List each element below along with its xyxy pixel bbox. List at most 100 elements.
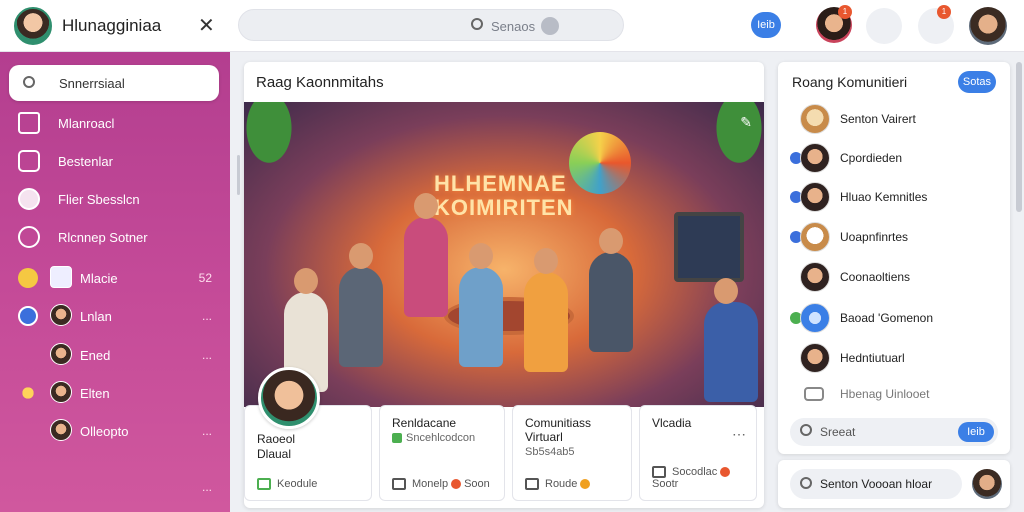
contact-item[interactable]: Senton Vairert <box>778 102 1010 136</box>
card-footer[interactable]: Monelp Soon <box>392 478 490 490</box>
top-action-button[interactable]: Ieib <box>751 12 781 38</box>
sun-icon <box>18 383 38 403</box>
check-icon <box>392 433 402 444</box>
sidebar-item-8[interactable]: Elten <box>0 378 230 408</box>
panel-action-button[interactable]: Sotas <box>958 71 996 93</box>
chat-bubble-icon <box>18 306 38 326</box>
sidebar-item-6[interactable]: Lnlan ... <box>0 301 230 331</box>
contact-name: Coonaoltiens <box>840 270 911 284</box>
cat-icon-button[interactable] <box>866 8 902 44</box>
more-icon[interactable]: ... <box>202 424 212 438</box>
top-search-bar[interactable]: Senaos <box>238 9 624 41</box>
alert-dot <box>720 467 731 477</box>
contact-name: Uoapnfinrtes <box>840 230 909 244</box>
sidebar-item-label: Ened <box>80 348 111 363</box>
feed-card-3[interactable]: Vlcadia ⋯ SocodlacSootr <box>639 405 757 501</box>
home-icon <box>18 112 40 134</box>
right-scrollbar[interactable] <box>1016 62 1022 212</box>
share-icon[interactable]: ✎ <box>740 114 752 131</box>
sidebar-item-home[interactable]: Mlanroacl <box>0 108 230 138</box>
chat-bubble-icon <box>804 387 824 401</box>
avatar <box>800 343 830 373</box>
sidebar-item-9[interactable]: Olleopto ... <box>0 416 230 446</box>
contact-item[interactable]: Hbenag Uinlooet <box>778 377 1010 411</box>
contact-item[interactable]: Baoad 'Gomenon <box>778 301 1010 335</box>
profile-footer[interactable]: Keodule <box>257 478 317 490</box>
avatar <box>50 304 72 326</box>
avatar <box>50 381 72 403</box>
sidebar-item-5[interactable]: Mlacie 52 <box>0 263 230 293</box>
person-figure <box>404 193 448 317</box>
main-feed-card: Raag Kaonnmitahs HLHEMNAE KOIMIRITEN ✎ R… <box>244 62 764 508</box>
card-title: Vlcadia <box>652 416 692 430</box>
more-icon[interactable]: ... <box>202 309 212 323</box>
profile-avatar[interactable] <box>969 7 1007 45</box>
avatar <box>50 419 72 441</box>
card-footer-a: Socodlac <box>672 465 718 478</box>
contact-item[interactable]: Cpordieden <box>778 141 1010 175</box>
sidebar-item-2[interactable]: Bestenlar <box>0 146 230 176</box>
more-options-icon[interactable]: ⋯ <box>732 426 746 443</box>
square-icon <box>18 150 40 172</box>
card-footer-a: Monelp <box>412 477 449 490</box>
avatar[interactable] <box>972 469 1002 499</box>
sidebar-search[interactable]: Snnerrsiaal <box>9 65 219 101</box>
top-bar: Hlunagginiaa ✕ Senaos Ieib 1 1 <box>0 0 1024 52</box>
sidebar-item-label: Rlcnnep Sotner <box>58 230 148 245</box>
heart-icon <box>18 188 40 210</box>
main-scrollbar[interactable] <box>237 155 240 195</box>
person-figure <box>524 248 568 372</box>
globe-icon[interactable] <box>541 17 559 35</box>
sidebar-item-7[interactable]: Ened ... <box>0 340 230 370</box>
sidebar-item-more[interactable]: ... <box>0 472 230 502</box>
card-title: Comunitiass <box>525 416 592 430</box>
avatar <box>50 343 72 365</box>
more-icon[interactable]: ... <box>202 480 212 494</box>
card-footer[interactable]: Roude <box>525 478 593 490</box>
sidebar-item-label: Mlanroacl <box>58 116 115 131</box>
arcade-screen-decoration <box>674 212 744 282</box>
avatar <box>800 104 830 134</box>
message-icon <box>392 478 406 490</box>
sidebar-item-3[interactable]: Flier Sbesslcn <box>0 184 230 214</box>
sidebar-item-count: 52 <box>198 271 212 285</box>
person-figure <box>589 228 633 352</box>
app-title: Hlunagginiaa <box>62 16 162 35</box>
panel-title: Roang Komunitieri <box>792 74 908 90</box>
card-title: Renldacane <box>392 416 457 430</box>
contact-item[interactable]: Hedntiutuarl <box>778 341 1010 375</box>
person-figure <box>459 243 503 367</box>
contact-name: Cpordieden <box>840 151 903 165</box>
feed-card-2[interactable]: Comunitiass Virtuarl Sb5s4ab5 Roude <box>512 405 632 501</box>
profile-footer-label: Keodule <box>277 477 318 490</box>
message-icon <box>525 478 539 490</box>
card-footer-a: Roude <box>545 477 578 490</box>
card-footer[interactable]: SocodlacSootr <box>652 466 756 490</box>
card-footer-b: Soon <box>464 477 490 490</box>
person-figure <box>339 243 383 367</box>
contact-item[interactable]: Hluao Kemnitles <box>778 180 1010 214</box>
profile-name: Raoeol <box>257 432 296 446</box>
hero-sign-line-1: HLHEMNAE <box>434 171 567 196</box>
hero-sign-line-2: KOIMIRITEN <box>434 195 574 220</box>
hero-image[interactable]: HLHEMNAE KOIMIRITEN ✎ <box>244 102 764 407</box>
contact-item[interactable]: Coonaoltiens <box>778 260 1010 294</box>
contact-name: Baoad 'Gomenon <box>840 311 934 325</box>
card-subtitle-text: Sncehlcodcon <box>406 432 476 444</box>
feed-card-1[interactable]: Renldacane Sncehlcodcon Monelp Soon <box>379 405 505 501</box>
contact-item[interactable]: Uoapnfinrtes <box>778 220 1010 254</box>
close-icon[interactable]: ✕ <box>198 13 215 38</box>
sidebar: Snnerrsiaal Mlanroacl Bestenlar Flier Sb… <box>0 52 230 512</box>
star-icon <box>18 268 38 288</box>
profile-avatar-large[interactable] <box>258 367 320 429</box>
send-button[interactable]: Ieib <box>958 422 994 442</box>
hero-neon-sign: HLHEMNAE KOIMIRITEN <box>434 172 574 220</box>
sidebar-item-4[interactable]: Rlcnnep Sotner <box>0 222 230 252</box>
brand-avatar[interactable] <box>14 7 52 45</box>
bottom-search-input[interactable]: Senton Voooan hloar <box>790 469 962 499</box>
avatar <box>800 303 830 333</box>
more-icon[interactable]: ... <box>202 348 212 362</box>
search-icon <box>23 76 35 88</box>
search-icon <box>471 18 483 30</box>
neon-wheel-decoration <box>569 132 631 194</box>
